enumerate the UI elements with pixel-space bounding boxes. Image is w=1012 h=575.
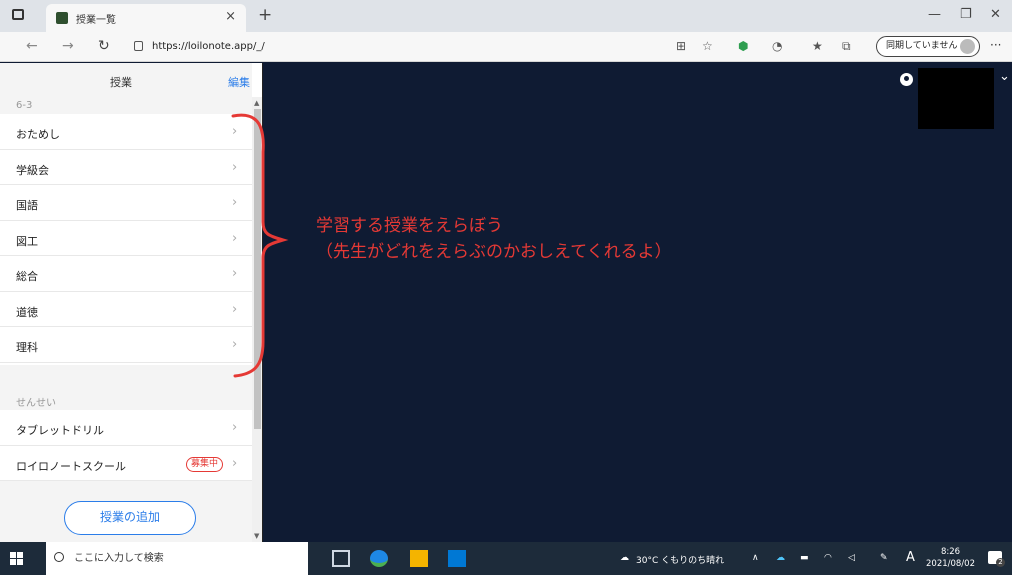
windows-taskbar: ここに入力して検索 ☁ 30°C くもりのち晴れ ∧ ☁ ▬ ◠ ◁ ✎ A 8… — [0, 542, 1012, 575]
notification-icon[interactable]: 2 — [988, 551, 1005, 567]
forward-icon[interactable]: → — [62, 38, 74, 54]
list-item[interactable]: タブレットドリル › — [0, 410, 252, 446]
app-icon[interactable]: ⊞ — [676, 39, 686, 53]
list-item[interactable]: 総合 › — [0, 256, 252, 292]
section-label-class: 6-3 — [16, 100, 33, 111]
favicon-icon — [56, 12, 68, 24]
item-label: 図工 — [16, 234, 38, 248]
clock[interactable]: 8:26 2021/08/02 — [926, 546, 975, 570]
list-item[interactable]: 図工 › — [0, 220, 252, 256]
item-label: 道徳 — [16, 305, 38, 319]
class-list-panel: 授業 編集 6-3 おためし › 学級会 › 国語 › 図工 › 総合 › 道徳 › 理科 ›… — [0, 63, 263, 542]
clock-time: 8:26 — [940, 547, 961, 557]
store-icon[interactable] — [448, 550, 466, 567]
windows-start-icon[interactable] — [10, 552, 23, 565]
tab-close-icon[interactable]: × — [225, 9, 236, 24]
section-header — [0, 97, 252, 114]
tray-expand-icon[interactable]: ∧ — [752, 553, 759, 563]
chevron-right-icon: › — [232, 455, 238, 471]
annotation-brace — [231, 113, 289, 378]
list-item[interactable]: 国語 › — [0, 185, 252, 221]
new-tab-button[interactable]: + — [258, 5, 272, 25]
pen-icon[interactable]: ✎ — [880, 553, 888, 563]
edge-icon[interactable] — [370, 550, 388, 567]
weather-text[interactable]: 30°C くもりのち晴れ — [636, 553, 724, 566]
item-label: 総合 — [16, 270, 38, 283]
lock-icon — [134, 41, 143, 51]
user-icon[interactable] — [900, 73, 913, 86]
browser-tab[interactable]: 授業一覧 × — [46, 4, 246, 32]
annotation-text: 学習する授業をえらぼう （先生がどれをえらぶのかおしえてくれるよ） — [316, 213, 672, 265]
minimize-icon[interactable]: — — [928, 7, 941, 22]
sync-label: 同期していません — [886, 41, 958, 51]
refresh-icon[interactable]: ↻ — [98, 38, 110, 54]
favorite-add-icon[interactable]: ☆ — [702, 39, 713, 53]
item-label: 理科 — [16, 341, 38, 354]
recruiting-badge: 募集中 — [186, 456, 224, 472]
item-label: ロイロノートスクール — [16, 459, 126, 473]
chevron-right-icon: › — [232, 420, 238, 435]
edit-button[interactable]: 編集 — [228, 74, 250, 90]
chevron-down-icon[interactable]: ⌄ — [999, 69, 1010, 84]
item-label: おためし — [16, 128, 60, 141]
main-canvas: ⌄ 学習する授業をえらぼう （先生がどれをえらぶのかおしえてくれるよ） — [263, 63, 1012, 542]
profile-avatar — [960, 39, 975, 54]
taskbar-search[interactable]: ここに入力して検索 — [46, 542, 308, 575]
search-placeholder: ここに入力して検索 — [74, 553, 164, 564]
volume-icon[interactable]: ◁ — [848, 553, 855, 563]
section-label-teacher: せんせい — [16, 398, 56, 409]
item-label: 学級会 — [16, 163, 49, 177]
teacher-list: タブレットドリル › ロイロノートスクール 募集中 › — [0, 410, 252, 481]
back-icon[interactable]: ← — [26, 38, 38, 54]
sync-button[interactable]: 同期していません — [876, 36, 980, 57]
item-label: タブレットドリル — [16, 424, 104, 437]
browser-toolbar: ← → ↻ https://loilonote.app/_/ ⊞ ☆ ⬢ ◔ ★… — [0, 32, 1012, 62]
browser-titlebar: 授業一覧 × + — ❐ ✕ — [0, 0, 1012, 32]
extension-shield-icon[interactable]: ⬢ — [738, 39, 748, 53]
extension-icon[interactable]: ◔ — [772, 39, 782, 53]
list-item[interactable]: ロイロノートスクール 募集中 › — [0, 445, 252, 481]
clock-date: 2021/08/02 — [926, 559, 975, 569]
task-view-icon[interactable] — [332, 550, 350, 567]
restore-icon[interactable]: ❐ — [960, 7, 972, 22]
battery-icon[interactable]: ▬ — [800, 553, 809, 563]
panel-header: 授業 編集 — [0, 63, 252, 97]
search-icon — [54, 552, 64, 562]
annotation-line1: 学習する授業をえらぼう — [316, 216, 503, 236]
file-explorer-icon[interactable] — [410, 550, 428, 567]
redacted-user-name — [918, 68, 994, 129]
wifi-icon[interactable]: ◠ — [824, 553, 832, 563]
address-bar[interactable]: https://loilonote.app/_/ — [132, 37, 652, 57]
add-class-button[interactable]: 授業の追加 — [64, 501, 196, 535]
tab-title: 授業一覧 — [76, 15, 116, 26]
class-list: おためし › 学級会 › 国語 › 図工 › 総合 › 道徳 › 理科 › — [0, 114, 252, 363]
scroll-down-icon[interactable]: ▼ — [254, 532, 259, 540]
ime-indicator[interactable]: A — [906, 550, 915, 565]
collections-icon[interactable]: ⧉ — [842, 39, 851, 54]
favorites-icon[interactable]: ★ — [812, 39, 823, 53]
list-item[interactable]: 道徳 › — [0, 291, 252, 327]
notification-count: 2 — [996, 558, 1005, 567]
onedrive-icon[interactable]: ☁ — [776, 553, 785, 563]
scroll-up-icon[interactable]: ▲ — [254, 99, 259, 107]
weather-icon[interactable]: ☁ — [620, 553, 629, 563]
annotation-line2: （先生がどれをえらぶのかおしえてくれるよ） — [316, 242, 672, 262]
list-item[interactable]: 理科 › — [0, 327, 252, 363]
list-item[interactable]: おためし › — [0, 114, 252, 150]
list-item[interactable]: 学級会 › — [0, 149, 252, 185]
more-icon[interactable]: ··· — [990, 38, 1001, 52]
tab-actions-icon[interactable] — [12, 9, 24, 20]
url-text: https://loilonote.app/_/ — [152, 41, 265, 52]
close-window-icon[interactable]: ✕ — [990, 7, 1001, 22]
panel-title: 授業 — [110, 76, 132, 89]
item-label: 国語 — [16, 199, 38, 212]
